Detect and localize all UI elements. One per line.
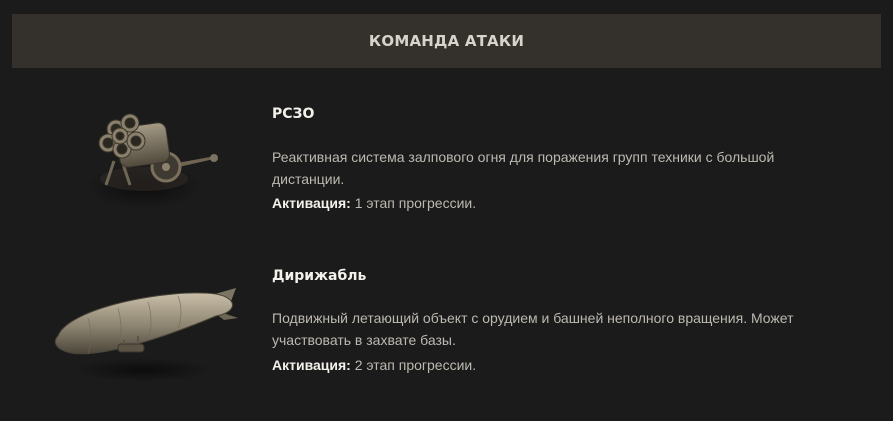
- item-name: Дирижабль: [272, 268, 367, 284]
- section-title: КОМАНДА АТАКИ: [368, 32, 525, 50]
- item-name: РСЗО: [272, 106, 315, 122]
- rocket-launcher-icon: [86, 113, 218, 209]
- airship-icon: [54, 288, 238, 382]
- activation-label: Активация:: [272, 195, 351, 211]
- item-activation: Активация: 1 этап прогрессии.: [272, 195, 476, 211]
- item-activation: Активация: 2 этап прогрессии.: [272, 357, 476, 373]
- activation-value: 1 этап прогрессии.: [350, 195, 477, 211]
- item-description: Подвижный летающий объект с орудием и ба…: [272, 310, 794, 348]
- item-description: Реактивная система залпового огня для по…: [272, 149, 775, 187]
- activation-label: Активация:: [272, 357, 351, 373]
- activation-value: 2 этап прогрессии.: [350, 357, 477, 373]
- section-header: КОМАНДА АТАКИ: [12, 14, 881, 68]
